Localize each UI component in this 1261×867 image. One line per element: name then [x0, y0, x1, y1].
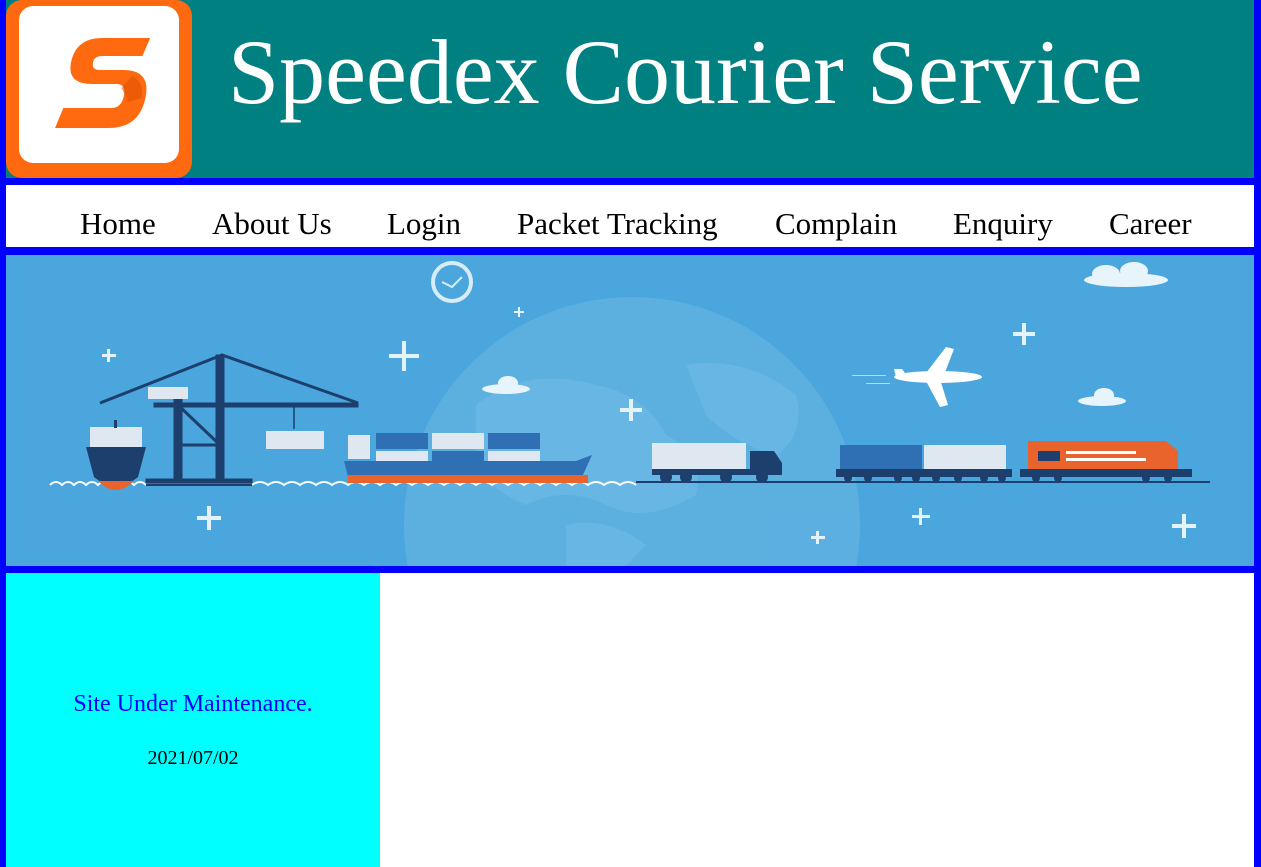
main-nav: Home About Us Login Packet Tracking Comp… [6, 185, 1254, 247]
hero-banner [6, 255, 1254, 566]
logo-badge [19, 6, 179, 163]
globe-icon [404, 297, 860, 566]
maintenance-notice: Site Under Maintenance. [73, 691, 313, 717]
site-header: Speedex Courier Service [6, 0, 1254, 178]
logistics-transport-illustration [49, 261, 1210, 566]
nav-login[interactable]: Login [387, 205, 461, 242]
train-icon [836, 441, 1192, 482]
speedex-logo[interactable] [6, 0, 192, 178]
nav-home[interactable]: Home [80, 205, 156, 242]
site-title: Speedex Courier Service [228, 21, 1143, 123]
sidebar-panel: Site Under Maintenance. 2021/07/02 [6, 573, 380, 867]
main-content [380, 573, 1254, 867]
nav-enquiry[interactable]: Enquiry [953, 205, 1053, 242]
nav-about-us[interactable]: About Us [212, 205, 332, 242]
clock-icon [431, 261, 473, 303]
nav-career[interactable]: Career [1109, 205, 1192, 242]
notice-date: 2021/07/02 [147, 747, 239, 769]
nav-packet-tracking[interactable]: Packet Tracking [517, 205, 718, 242]
airplane-icon [852, 347, 982, 407]
speedex-s-logo-icon [55, 38, 151, 128]
hanging-container [266, 431, 324, 449]
nav-complain[interactable]: Complain [775, 205, 897, 242]
small-ship-icon [86, 420, 146, 490]
